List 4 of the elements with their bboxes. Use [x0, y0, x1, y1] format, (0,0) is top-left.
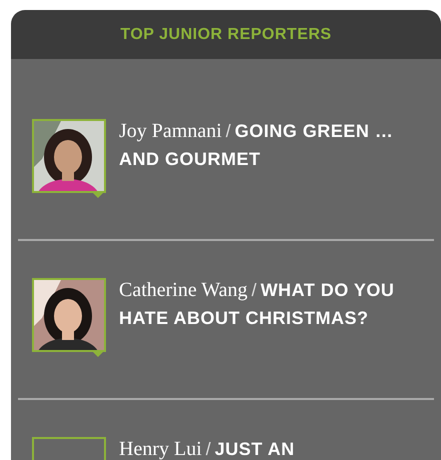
reporter-link[interactable]: Joy Pamnani / GOING GREEN … AND GOURMET — [119, 119, 411, 175]
reporter-link[interactable]: Henry Lui / JUST AN — [119, 437, 411, 460]
reporter-link[interactable]: Catherine Wang / WHAT DO YOU HATE ABOUT CHRISTMAS? — [119, 278, 411, 334]
section-title: TOP JUNIOR REPORTERS — [120, 26, 332, 44]
